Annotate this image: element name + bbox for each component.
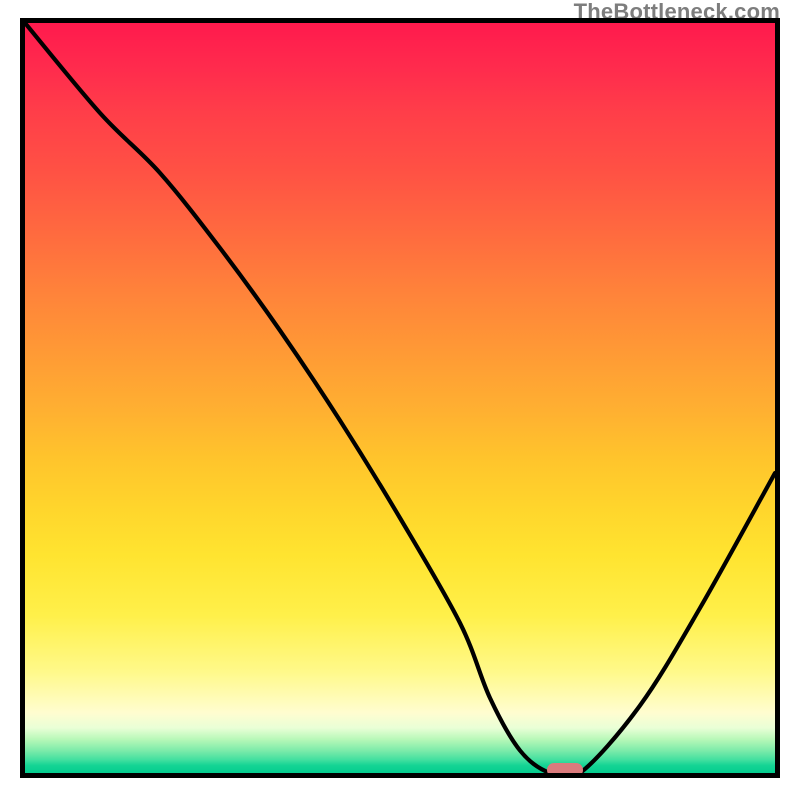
highlight-marker bbox=[547, 763, 583, 777]
plot-area bbox=[20, 18, 780, 778]
curve-svg bbox=[25, 23, 775, 773]
chart-container: TheBottleneck.com bbox=[0, 0, 800, 800]
bottleneck-curve-path bbox=[25, 23, 775, 773]
